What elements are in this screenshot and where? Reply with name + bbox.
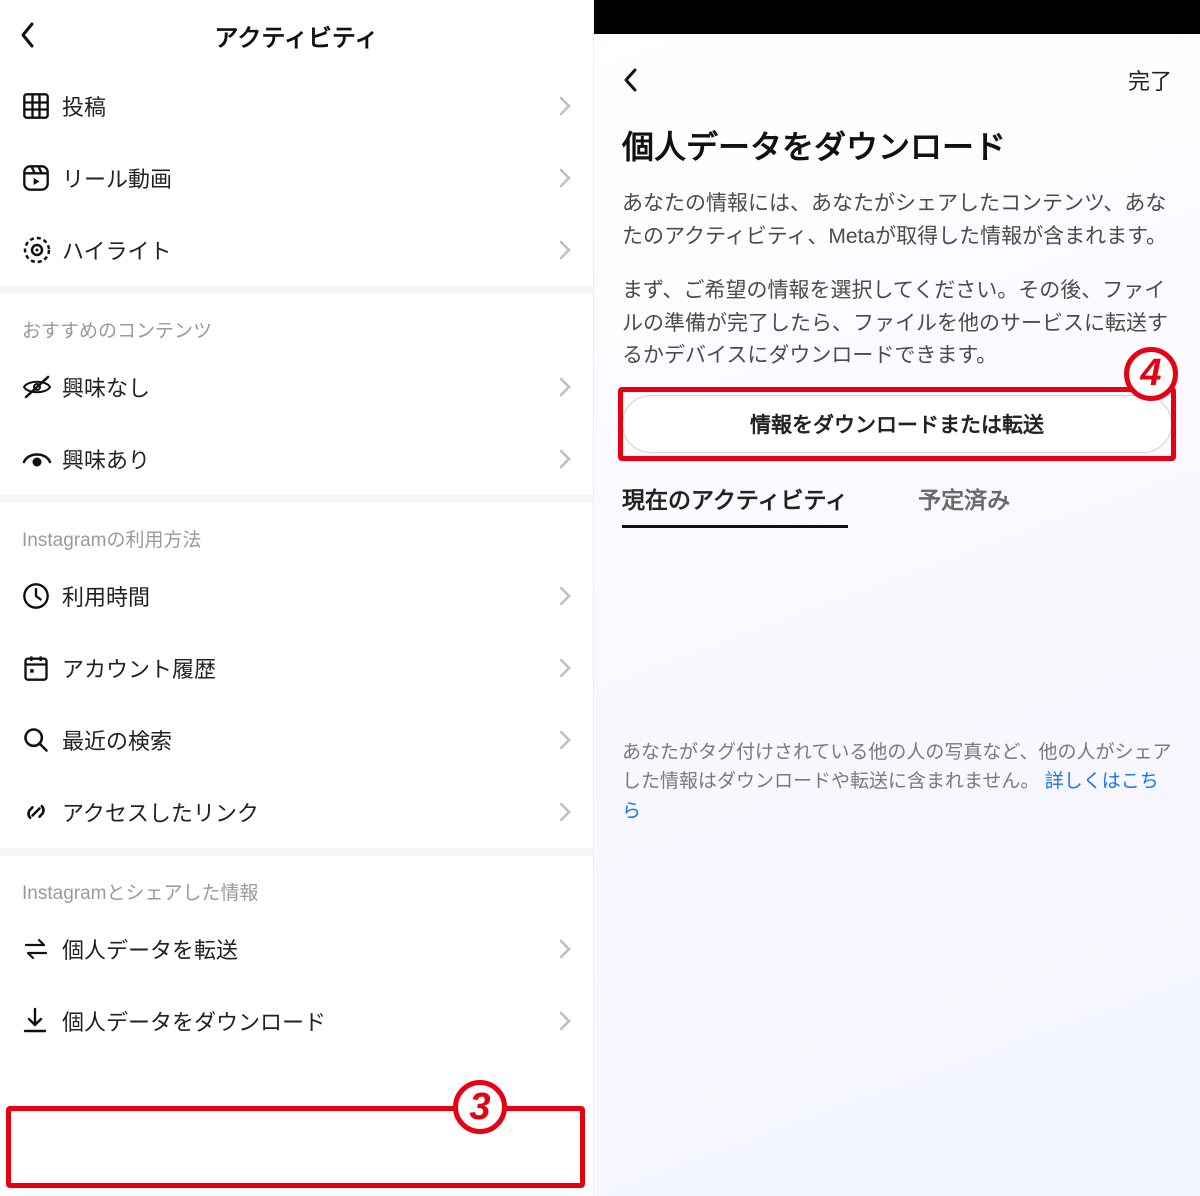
chevron-right-icon: [559, 168, 571, 188]
row-usage-time[interactable]: 利用時間: [0, 560, 593, 632]
row-label: アクセスしたリンク: [62, 796, 559, 828]
chevron-right-icon: [559, 939, 571, 959]
section-usage: Instagramの利用方法: [0, 503, 593, 560]
chevron-right-icon: [559, 1011, 571, 1031]
page-title: アクティビティ: [215, 18, 379, 53]
status-bar-dark: [594, 0, 1200, 34]
row-reels[interactable]: リール動画: [0, 142, 593, 214]
row-label: リール動画: [62, 162, 559, 194]
row-accessed-links[interactable]: アクセスしたリンク: [0, 776, 593, 848]
eye-on-icon: [22, 448, 62, 470]
row-label: ハイライト: [62, 234, 559, 266]
row-account-history[interactable]: アカウント履歴: [0, 632, 593, 704]
grid-icon: [22, 92, 62, 120]
chevron-right-icon: [559, 658, 571, 678]
row-interested[interactable]: 興味あり: [0, 423, 593, 495]
chevron-right-icon: [559, 240, 571, 260]
download-icon: [22, 1007, 62, 1035]
reels-icon: [22, 164, 62, 192]
chevron-right-icon: [559, 730, 571, 750]
annotation-badge-3: 3: [453, 1080, 507, 1134]
left-header: アクティビティ: [0, 0, 593, 70]
row-not-interested[interactable]: 興味なし: [0, 351, 593, 423]
row-download-data[interactable]: 個人データをダウンロード: [0, 985, 593, 1057]
row-recent-search[interactable]: 最近の検索: [0, 704, 593, 776]
chevron-right-icon: [559, 802, 571, 822]
footer-note: あなたがタグ付けされている他の人の写真など、他の人がシェアした情報はダウンロード…: [622, 738, 1172, 826]
row-posts[interactable]: 投稿: [0, 70, 593, 142]
row-label: 興味あり: [62, 443, 559, 475]
row-label: 利用時間: [62, 580, 559, 612]
sheet-header: 完了: [622, 38, 1172, 122]
row-label: 興味なし: [62, 371, 559, 403]
eye-off-icon: [22, 375, 62, 399]
description-1: あなたの情報には、あなたがシェアしたコンテンツ、あなたのアクティビティ、Meta…: [622, 188, 1172, 253]
annotation-wrap-4: 情報をダウンロードまたは転送 4: [622, 395, 1172, 453]
tabs: 現在のアクティビティ 予定済み: [622, 481, 1172, 528]
section-share: Instagramとシェアした情報: [0, 856, 593, 913]
clock-icon: [22, 582, 62, 610]
row-label: 最近の検索: [62, 724, 559, 756]
chevron-right-icon: [559, 96, 571, 116]
chevron-right-icon: [559, 449, 571, 469]
back-icon[interactable]: [622, 67, 640, 93]
separator: [0, 286, 593, 294]
chevron-right-icon: [559, 586, 571, 606]
description-2: まず、ご希望の情報を選択してください。その後、ファイルの準備が完了したら、ファイ…: [622, 275, 1172, 373]
transfer-icon: [22, 937, 62, 961]
row-label: 個人データを転送: [62, 933, 559, 965]
link-icon: [22, 798, 62, 826]
annotation-badge-4: 4: [1124, 347, 1178, 401]
calendar-icon: [22, 654, 62, 682]
row-transfer-data[interactable]: 個人データを転送: [0, 913, 593, 985]
row-label: 個人データをダウンロード: [62, 1005, 559, 1037]
row-label: アカウント履歴: [62, 652, 559, 684]
row-label: 投稿: [62, 90, 559, 122]
tab-current-activity[interactable]: 現在のアクティビティ: [622, 481, 848, 528]
sheet-title: 個人データをダウンロード: [622, 122, 1172, 168]
done-button[interactable]: 完了: [1128, 64, 1172, 96]
tab-scheduled[interactable]: 予定済み: [918, 481, 1010, 528]
search-icon: [22, 726, 62, 754]
right-screen: 完了 個人データをダウンロード あなたの情報には、あなたがシェアしたコンテンツ、…: [594, 0, 1200, 1196]
section-recommend: おすすめのコンテンツ: [0, 294, 593, 351]
chevron-right-icon: [559, 377, 571, 397]
back-icon[interactable]: [18, 21, 38, 49]
download-or-transfer-button[interactable]: 情報をダウンロードまたは転送: [622, 395, 1172, 453]
separator: [0, 848, 593, 856]
separator: [0, 495, 593, 503]
row-highlight[interactable]: ハイライト: [0, 214, 593, 286]
left-screen: アクティビティ 投稿 リール動画 ハイライト おすすめのコンテンツ 興味なし: [0, 0, 594, 1196]
highlight-icon: [22, 235, 62, 265]
modal-sheet: 完了 個人データをダウンロード あなたの情報には、あなたがシェアしたコンテンツ、…: [594, 38, 1200, 1196]
